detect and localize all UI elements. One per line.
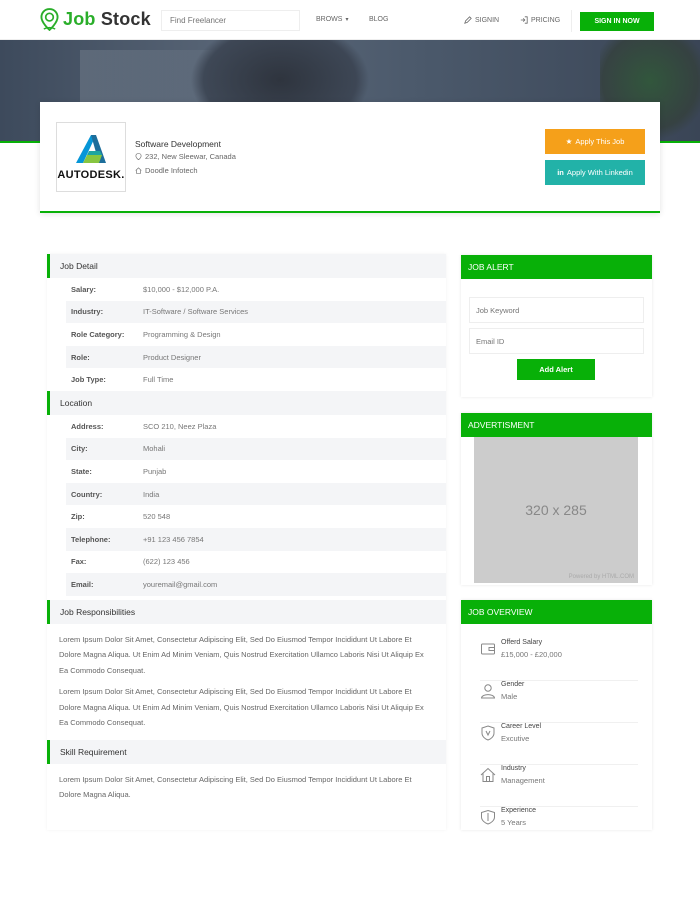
table-row: Industry: IT-Software / Software Services bbox=[66, 300, 446, 324]
ad-powered-text: Powered by HTML.COM bbox=[568, 574, 634, 580]
apply-linkedin-label: Apply With Linkedin bbox=[566, 168, 633, 177]
job-alert-heading: JOB ALERT bbox=[461, 255, 652, 279]
advertisement-placeholder[interactable]: 320 x 285 Powered by HTML.COM bbox=[474, 437, 638, 583]
responsibilities-heading: Job Responsibilities bbox=[47, 599, 446, 624]
table-row: City: Mohali bbox=[66, 437, 446, 461]
overview-label: Industry bbox=[501, 765, 526, 772]
overview-label: Gender bbox=[501, 681, 525, 688]
apply-job-label: Apply This Job bbox=[575, 137, 625, 146]
location-pin-logo-icon bbox=[40, 8, 59, 31]
overview-item-industry: Industry Management bbox=[480, 765, 638, 807]
sign-in-now-button[interactable]: SIGN IN NOW bbox=[580, 12, 654, 31]
job-detail-rows: Salary: $10,000 - $12,000 P.A. Industry: I… bbox=[47, 278, 446, 391]
table-row: Email: youremail@gmail.com bbox=[66, 573, 446, 596]
job-title: Software Development bbox=[135, 139, 221, 149]
nav-divider bbox=[571, 10, 572, 32]
overview-item-salary: Offerd Salary £15,000 - £20,000 bbox=[480, 639, 638, 681]
map-pin-icon bbox=[135, 153, 142, 160]
caret-down-icon: ▾ bbox=[345, 17, 349, 23]
overview-value: £15,000 - £20,000 bbox=[501, 650, 562, 659]
overview-label: Career Level bbox=[501, 723, 542, 730]
nav-pricing[interactable]: PRICING bbox=[520, 16, 560, 24]
table-row: Address: SCO 210, Neez Plaza bbox=[71, 421, 217, 431]
overview-value: Management bbox=[501, 776, 545, 785]
nav-blog-label: BLOG bbox=[369, 16, 389, 23]
star-icon: ★ bbox=[565, 137, 573, 146]
location-heading: Location bbox=[47, 390, 446, 415]
company-employer-text: Doodle Infotech bbox=[145, 166, 198, 175]
search-input[interactable] bbox=[161, 10, 300, 31]
table-row: Salary: $10,000 - $12,000 P.A. bbox=[71, 284, 220, 294]
advertisement-box: ADVERTISMENT 320 x 285 Powered by HTML.C… bbox=[461, 413, 652, 585]
top-navbar: Job Stock BROWS ▾ BLOG SIGNIN PRICING SI… bbox=[0, 0, 700, 40]
overview-item-gender: Gender Male bbox=[480, 681, 638, 723]
table-row: Role: Product Designer bbox=[66, 345, 446, 369]
nav-signin-label: SIGNIN bbox=[475, 16, 500, 24]
add-alert-button[interactable]: Add Alert bbox=[517, 359, 595, 380]
home-icon bbox=[480, 767, 496, 782]
skills-paragraph: Lorem Ipsum Dolor Sit Amet, Consectetur … bbox=[59, 774, 412, 800]
company-address-text: 232, New Sleewar, Canada bbox=[145, 152, 236, 161]
company-address: 232, New Sleewar, Canada bbox=[135, 152, 236, 161]
site-logo[interactable]: Job Stock bbox=[40, 8, 151, 31]
email-id-input[interactable] bbox=[469, 328, 644, 354]
job-overview-heading: JOB OVERVIEW bbox=[461, 600, 652, 624]
nav-pricing-label: PRICING bbox=[531, 16, 561, 24]
job-alert-box: JOB ALERT Add Alert bbox=[461, 255, 652, 397]
home-icon bbox=[135, 167, 142, 174]
job-overview-box: JOB OVERVIEW Offerd Salary £15,000 - £20… bbox=[461, 600, 652, 830]
ad-size-text: 320 x 285 bbox=[525, 502, 587, 518]
experience-icon bbox=[481, 809, 495, 825]
overview-value: Male bbox=[501, 692, 518, 701]
apply-job-button[interactable]: ★ Apply This Job bbox=[545, 129, 645, 154]
autodesk-logo-icon bbox=[76, 135, 106, 163]
login-icon bbox=[520, 16, 528, 24]
responsibilities-paragraph: Lorem Ipsum Dolor Sit Amet, Consectetur … bbox=[59, 634, 424, 675]
nav-brows[interactable]: BROWS ▾ bbox=[316, 16, 348, 23]
overview-value: Excutive bbox=[501, 734, 530, 743]
pencil-icon bbox=[464, 16, 472, 24]
table-row: Fax: (622) 123 456 bbox=[71, 557, 190, 567]
overview-value: 5 Years bbox=[501, 818, 527, 827]
overview-label: Experience bbox=[501, 807, 537, 814]
job-details-panel: Job Detail Salary: $10,000 - $12,000 P.A.… bbox=[47, 254, 446, 830]
overview-label: Offerd Salary bbox=[501, 639, 543, 646]
logo-text: Job Stock bbox=[63, 9, 151, 29]
table-row: Country: India bbox=[66, 482, 446, 506]
shield-icon bbox=[481, 725, 495, 741]
table-row: Role Category: Programming & Design bbox=[71, 329, 221, 339]
advertisement-heading: ADVERTISMENT bbox=[461, 413, 652, 437]
responsibilities-paragraph: Lorem Ipsum Dolor Sit Amet, Consectetur … bbox=[59, 687, 424, 728]
wallet-icon bbox=[481, 643, 495, 655]
company-brand-text: AUTODESK. bbox=[57, 169, 125, 181]
skill-requirement-heading: Skill Requirement bbox=[47, 739, 446, 764]
nav-blog[interactable]: BLOG bbox=[369, 16, 388, 23]
company-card: AUTODESK. Software Development 232, New … bbox=[40, 102, 660, 213]
job-detail-heading: Job Detail bbox=[47, 254, 446, 278]
apply-linkedin-button[interactable]: in Apply With Linkedin bbox=[545, 160, 645, 185]
user-icon bbox=[480, 684, 496, 699]
table-row: Zip: 520 548 bbox=[71, 512, 171, 522]
nav-signin[interactable]: SIGNIN bbox=[464, 16, 499, 24]
linkedin-icon: in bbox=[557, 168, 564, 177]
job-keyword-input[interactable] bbox=[469, 297, 644, 323]
table-row: Job Type: Full Time bbox=[71, 375, 174, 385]
company-employer: Doodle Infotech bbox=[135, 166, 198, 175]
table-row: State: Punjab bbox=[71, 466, 167, 476]
overview-item-career-level: Career Level Excutive bbox=[480, 723, 638, 765]
nav-brows-label: BROWS bbox=[316, 16, 343, 23]
company-logo: AUTODESK. bbox=[56, 122, 126, 192]
location-rows: Address: SCO 210, Neez Plaza City: Mohali … bbox=[47, 415, 446, 596]
overview-item-experience: Experience 5 Years bbox=[480, 807, 638, 830]
table-row: Telephone: +91 123 456 7854 bbox=[66, 527, 446, 551]
